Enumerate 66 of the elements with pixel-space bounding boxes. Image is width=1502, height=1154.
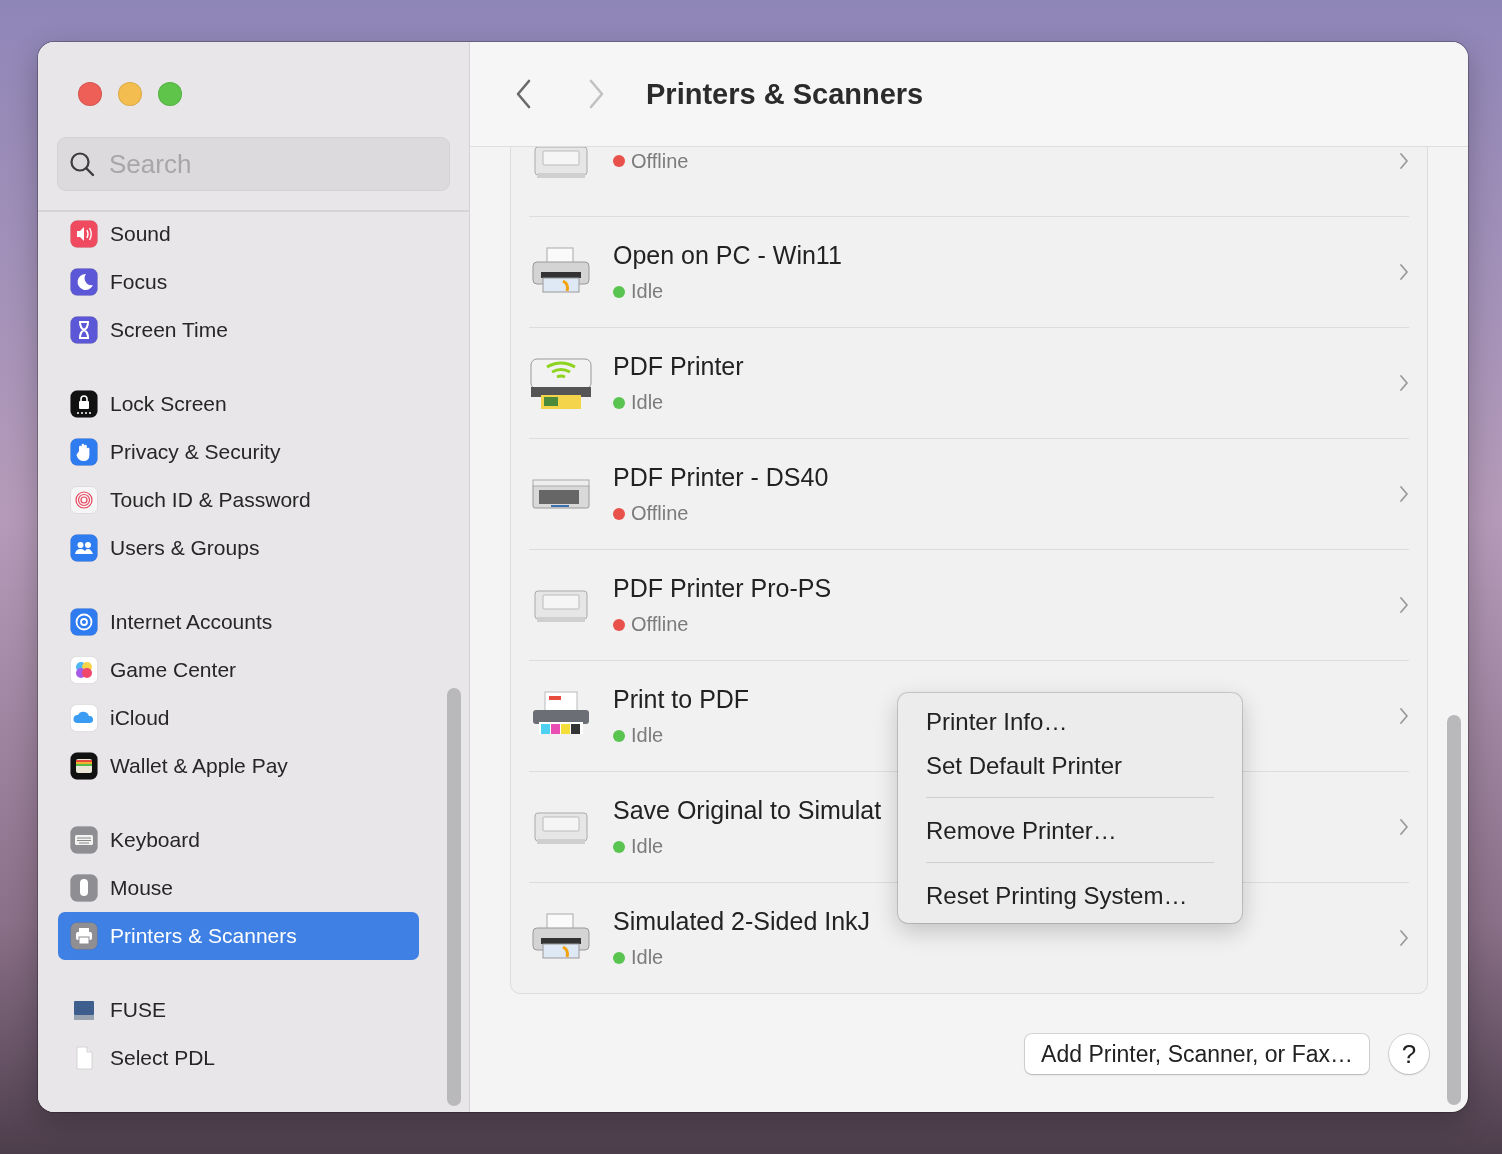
cloud-icon	[70, 704, 98, 732]
wallet-icon	[70, 752, 98, 780]
status-text: Idle	[631, 391, 664, 414]
sidebar-item[interactable]: Mouse	[58, 864, 419, 912]
printer-name: PDF Printer - DS40	[613, 463, 829, 492]
sidebar-item[interactable]: Screen Time	[58, 306, 419, 354]
printer-name: Open on PC - Win11	[613, 241, 842, 270]
window-title: Printers & Scanners	[646, 77, 924, 111]
window-control[interactable]	[158, 82, 182, 106]
printer-icon	[529, 355, 593, 411]
printer-icon	[70, 922, 98, 950]
menu-item[interactable]: Remove Printer…	[926, 816, 1214, 846]
search-icon	[69, 151, 95, 177]
status-text: Offline	[631, 502, 689, 525]
keyboard-icon	[70, 826, 98, 854]
sidebar-item[interactable]: iCloud	[58, 694, 419, 742]
bubbles-icon	[70, 656, 98, 684]
menu-item[interactable]: Reset Printing System…	[926, 881, 1214, 911]
chevron-icon	[1399, 818, 1409, 836]
speaker-icon	[70, 220, 98, 248]
sidebar-item[interactable]: FUSE	[58, 986, 419, 1034]
printer-name: PDF Printer Pro-PS	[613, 574, 832, 603]
mouse-icon	[70, 874, 98, 902]
hand-icon	[70, 438, 98, 466]
chevron-icon	[1399, 929, 1409, 947]
lock-icon	[70, 390, 98, 418]
printer-name: Print to PDF	[613, 685, 750, 714]
sidebar-item[interactable]: Sound	[58, 210, 419, 258]
status-text: Idle	[631, 835, 664, 858]
menu-item[interactable]: Set Default Printer	[926, 751, 1214, 781]
window-control[interactable]	[118, 82, 142, 106]
status-text: Offline	[631, 149, 689, 173]
window-control[interactable]	[78, 82, 102, 106]
chevron-icon	[1399, 152, 1409, 170]
sidebar-item[interactable]: Lock Screen	[58, 380, 419, 428]
status-text: Idle	[631, 724, 664, 747]
fingerprint-icon	[70, 486, 98, 514]
scrollbar[interactable]	[447, 688, 461, 1106]
sidebar-item[interactable]: Privacy & Security	[58, 428, 419, 476]
hourglass-icon	[70, 316, 98, 344]
chevron-icon	[1399, 596, 1409, 614]
chevron-icon	[1399, 485, 1409, 503]
sidebar-item[interactable]: Internet Accounts	[58, 598, 419, 646]
add-printer-button[interactable]: Add Printer, Scanner, or Fax…	[1025, 1034, 1369, 1074]
sidebar-item[interactable]: Touch ID & Password	[58, 476, 419, 524]
sidebar-item[interactable]: Select PDL	[58, 1034, 419, 1082]
chevron-icon	[1399, 263, 1409, 281]
printer-name: Save Original to Simulat	[613, 796, 882, 825]
scrollbar[interactable]	[1447, 715, 1461, 1105]
people-icon	[70, 534, 98, 562]
moon-icon	[70, 268, 98, 296]
sidebar-item[interactable]: Game Center	[58, 646, 419, 694]
help-button[interactable]: ?	[1389, 1034, 1429, 1074]
printer-name: Simulated 2-Sided InkJ	[613, 907, 871, 936]
sidebar-item[interactable]: Keyboard	[58, 816, 419, 864]
printer-name: PDF Printer	[613, 352, 744, 381]
chevron-icon	[1399, 707, 1409, 725]
status-text: Idle	[631, 280, 664, 303]
sidebar-item[interactable]: Wallet & Apple Pay	[58, 742, 419, 790]
status-text: Offline	[631, 613, 689, 636]
sidebar-item[interactable]: Users & Groups	[58, 524, 419, 572]
chevron-icon	[1399, 374, 1409, 392]
menu-item[interactable]: Printer Info…	[926, 707, 1214, 737]
status-text: Idle	[631, 946, 664, 969]
sidebar-item[interactable]: Focus	[58, 258, 419, 306]
sidebar-item[interactable]: Printers & Scanners	[58, 912, 419, 960]
